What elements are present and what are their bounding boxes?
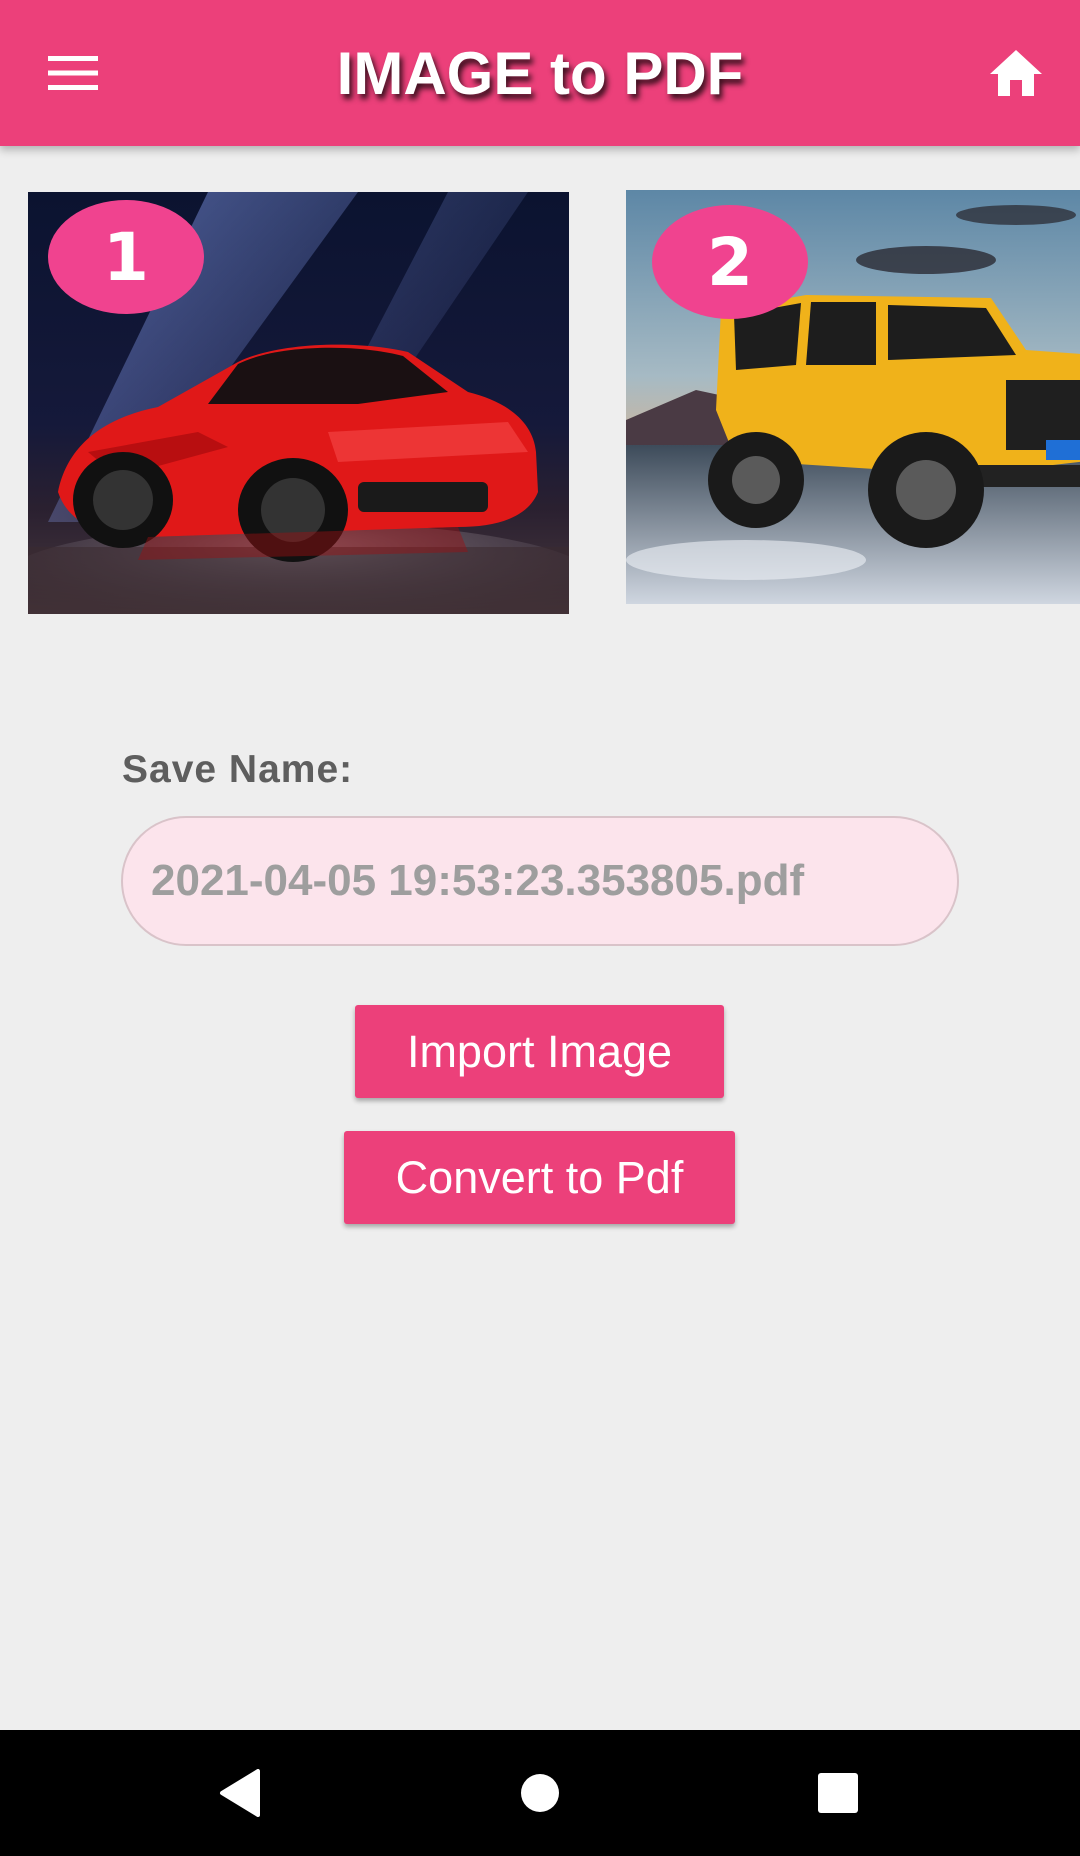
recents-square-icon [818,1773,858,1813]
home-icon [990,50,1042,96]
save-name-input[interactable] [121,816,959,946]
home-button[interactable] [968,31,1064,115]
recents-button[interactable] [798,1753,878,1833]
home-circle-icon [521,1774,559,1812]
image-number-badge: 1 [48,200,204,314]
app-bar: IMAGE to PDF [0,0,1080,146]
system-navigation-bar [0,1730,1080,1856]
back-triangle-icon [220,1769,260,1817]
app-title: IMAGE to PDF [336,39,744,107]
save-name-label: Save Name: [122,748,354,791]
convert-to-pdf-button[interactable]: Convert to Pdf [344,1131,735,1224]
image-strip[interactable]: 1 2 [0,146,1080,646]
image-card-2[interactable]: 2 [626,190,1080,604]
back-button[interactable] [200,1753,280,1833]
import-image-button[interactable]: Import Image [355,1005,724,1098]
image-number-badge: 2 [652,205,808,319]
home-nav-button[interactable] [500,1753,580,1833]
hamburger-menu-icon [48,56,98,90]
menu-button[interactable] [26,31,120,115]
image-card-1[interactable]: 1 [28,192,569,614]
